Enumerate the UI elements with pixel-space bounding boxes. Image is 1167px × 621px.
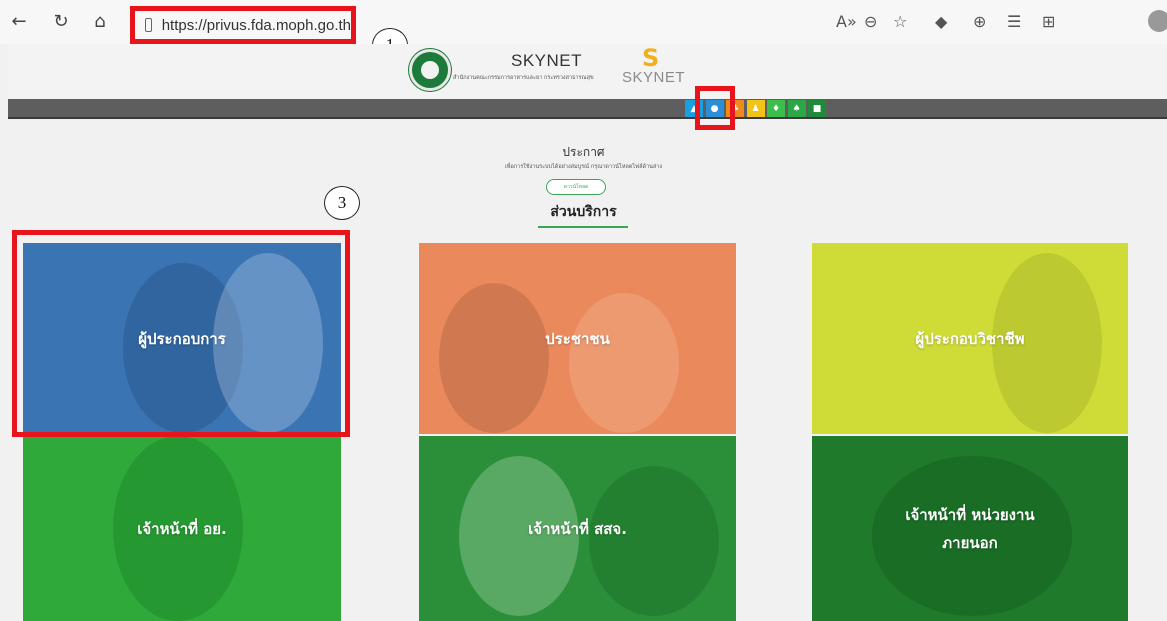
download-button[interactable]: ดาวน์โหลด — [546, 179, 606, 195]
location-icon: ♦ — [771, 103, 781, 114]
lock-icon: ■ — [812, 103, 822, 114]
tile-highlight-box — [12, 230, 350, 437]
announcement-title: ประกาศ — [562, 145, 605, 159]
favorite-icon[interactable]: ☆ — [893, 12, 907, 31]
tile-label: เจ้าหน้าที่ หน่วยงานภายนอก — [905, 505, 1035, 552]
announcement-text: เพื่อการใช้งานระบบได้อย่างสมบูรณ์ กรุณาด… — [504, 164, 663, 170]
favorites-bar-icon[interactable]: ☰ — [1007, 12, 1021, 31]
back-icon[interactable]: ← — [6, 8, 32, 34]
tile-provincial-staff[interactable]: เจ้าหน้าที่ สสจ. — [419, 436, 736, 621]
person-icon: ♟ — [751, 103, 760, 114]
site-info-icon[interactable] — [145, 18, 152, 32]
nav-tab-location[interactable]: ♦ — [767, 100, 785, 117]
services-underline — [538, 226, 628, 228]
puzzle-icon[interactable]: ⊕ — [973, 12, 986, 31]
site-subtitle: สำนักงานคณะกรรมการอาหารและยา กระทรวงสาธา… — [453, 75, 594, 81]
home-icon[interactable]: ⌂ — [87, 8, 113, 34]
extensions-icon[interactable]: ◆ — [935, 12, 947, 31]
collections-icon[interactable]: ⊞ — [1042, 12, 1055, 31]
site-title: SKYNET — [511, 51, 583, 70]
nav-tab-lock[interactable]: ■ — [808, 100, 826, 117]
browser-window: ← ↻ ⌂ https://privus.fda.moph.go.th A» ⊖… — [0, 0, 1167, 621]
fda-logo-icon — [409, 49, 451, 91]
skynet-logo-icon: S — [642, 44, 660, 72]
tile-label: ประชาชน — [545, 329, 610, 348]
browser-toolbar: ← ↻ ⌂ https://privus.fda.moph.go.th A» ⊖… — [0, 0, 1167, 44]
address-bar[interactable]: https://privus.fda.moph.go.th — [130, 6, 356, 44]
nav-bar — [8, 99, 1167, 119]
services-title: ส่วนบริการ — [550, 204, 617, 220]
nav-tab-person[interactable]: ♟ — [746, 100, 765, 117]
staff-icon: ♠ — [792, 103, 801, 114]
tile-label: ผู้ประกอบวิชาชีพ — [915, 329, 1025, 348]
tile-professional[interactable]: ผู้ประกอบวิชาชีพ — [812, 243, 1128, 434]
zoom-icon[interactable]: ⊖ — [864, 12, 877, 31]
site-header — [8, 44, 1167, 100]
tile-label: เจ้าหน้าที่ สสจ. — [528, 519, 627, 538]
nav-tab-staff[interactable]: ♠ — [787, 100, 806, 117]
url-text: https://privus.fda.moph.go.th — [161, 16, 351, 34]
read-aloud-icon[interactable]: A» — [836, 12, 857, 31]
nav-highlight-box — [695, 86, 735, 130]
tile-fda-staff[interactable]: เจ้าหน้าที่ อย. — [23, 436, 341, 621]
tile-external-staff[interactable]: เจ้าหน้าที่ หน่วยงานภายนอก — [812, 436, 1128, 621]
tile-label: เจ้าหน้าที่ อย. — [137, 519, 227, 538]
profile-icon[interactable] — [1148, 10, 1167, 32]
tile-public[interactable]: ประชาชน — [419, 243, 736, 434]
skynet-wordmark: SKYNET — [622, 69, 686, 86]
refresh-icon[interactable]: ↻ — [48, 8, 74, 34]
